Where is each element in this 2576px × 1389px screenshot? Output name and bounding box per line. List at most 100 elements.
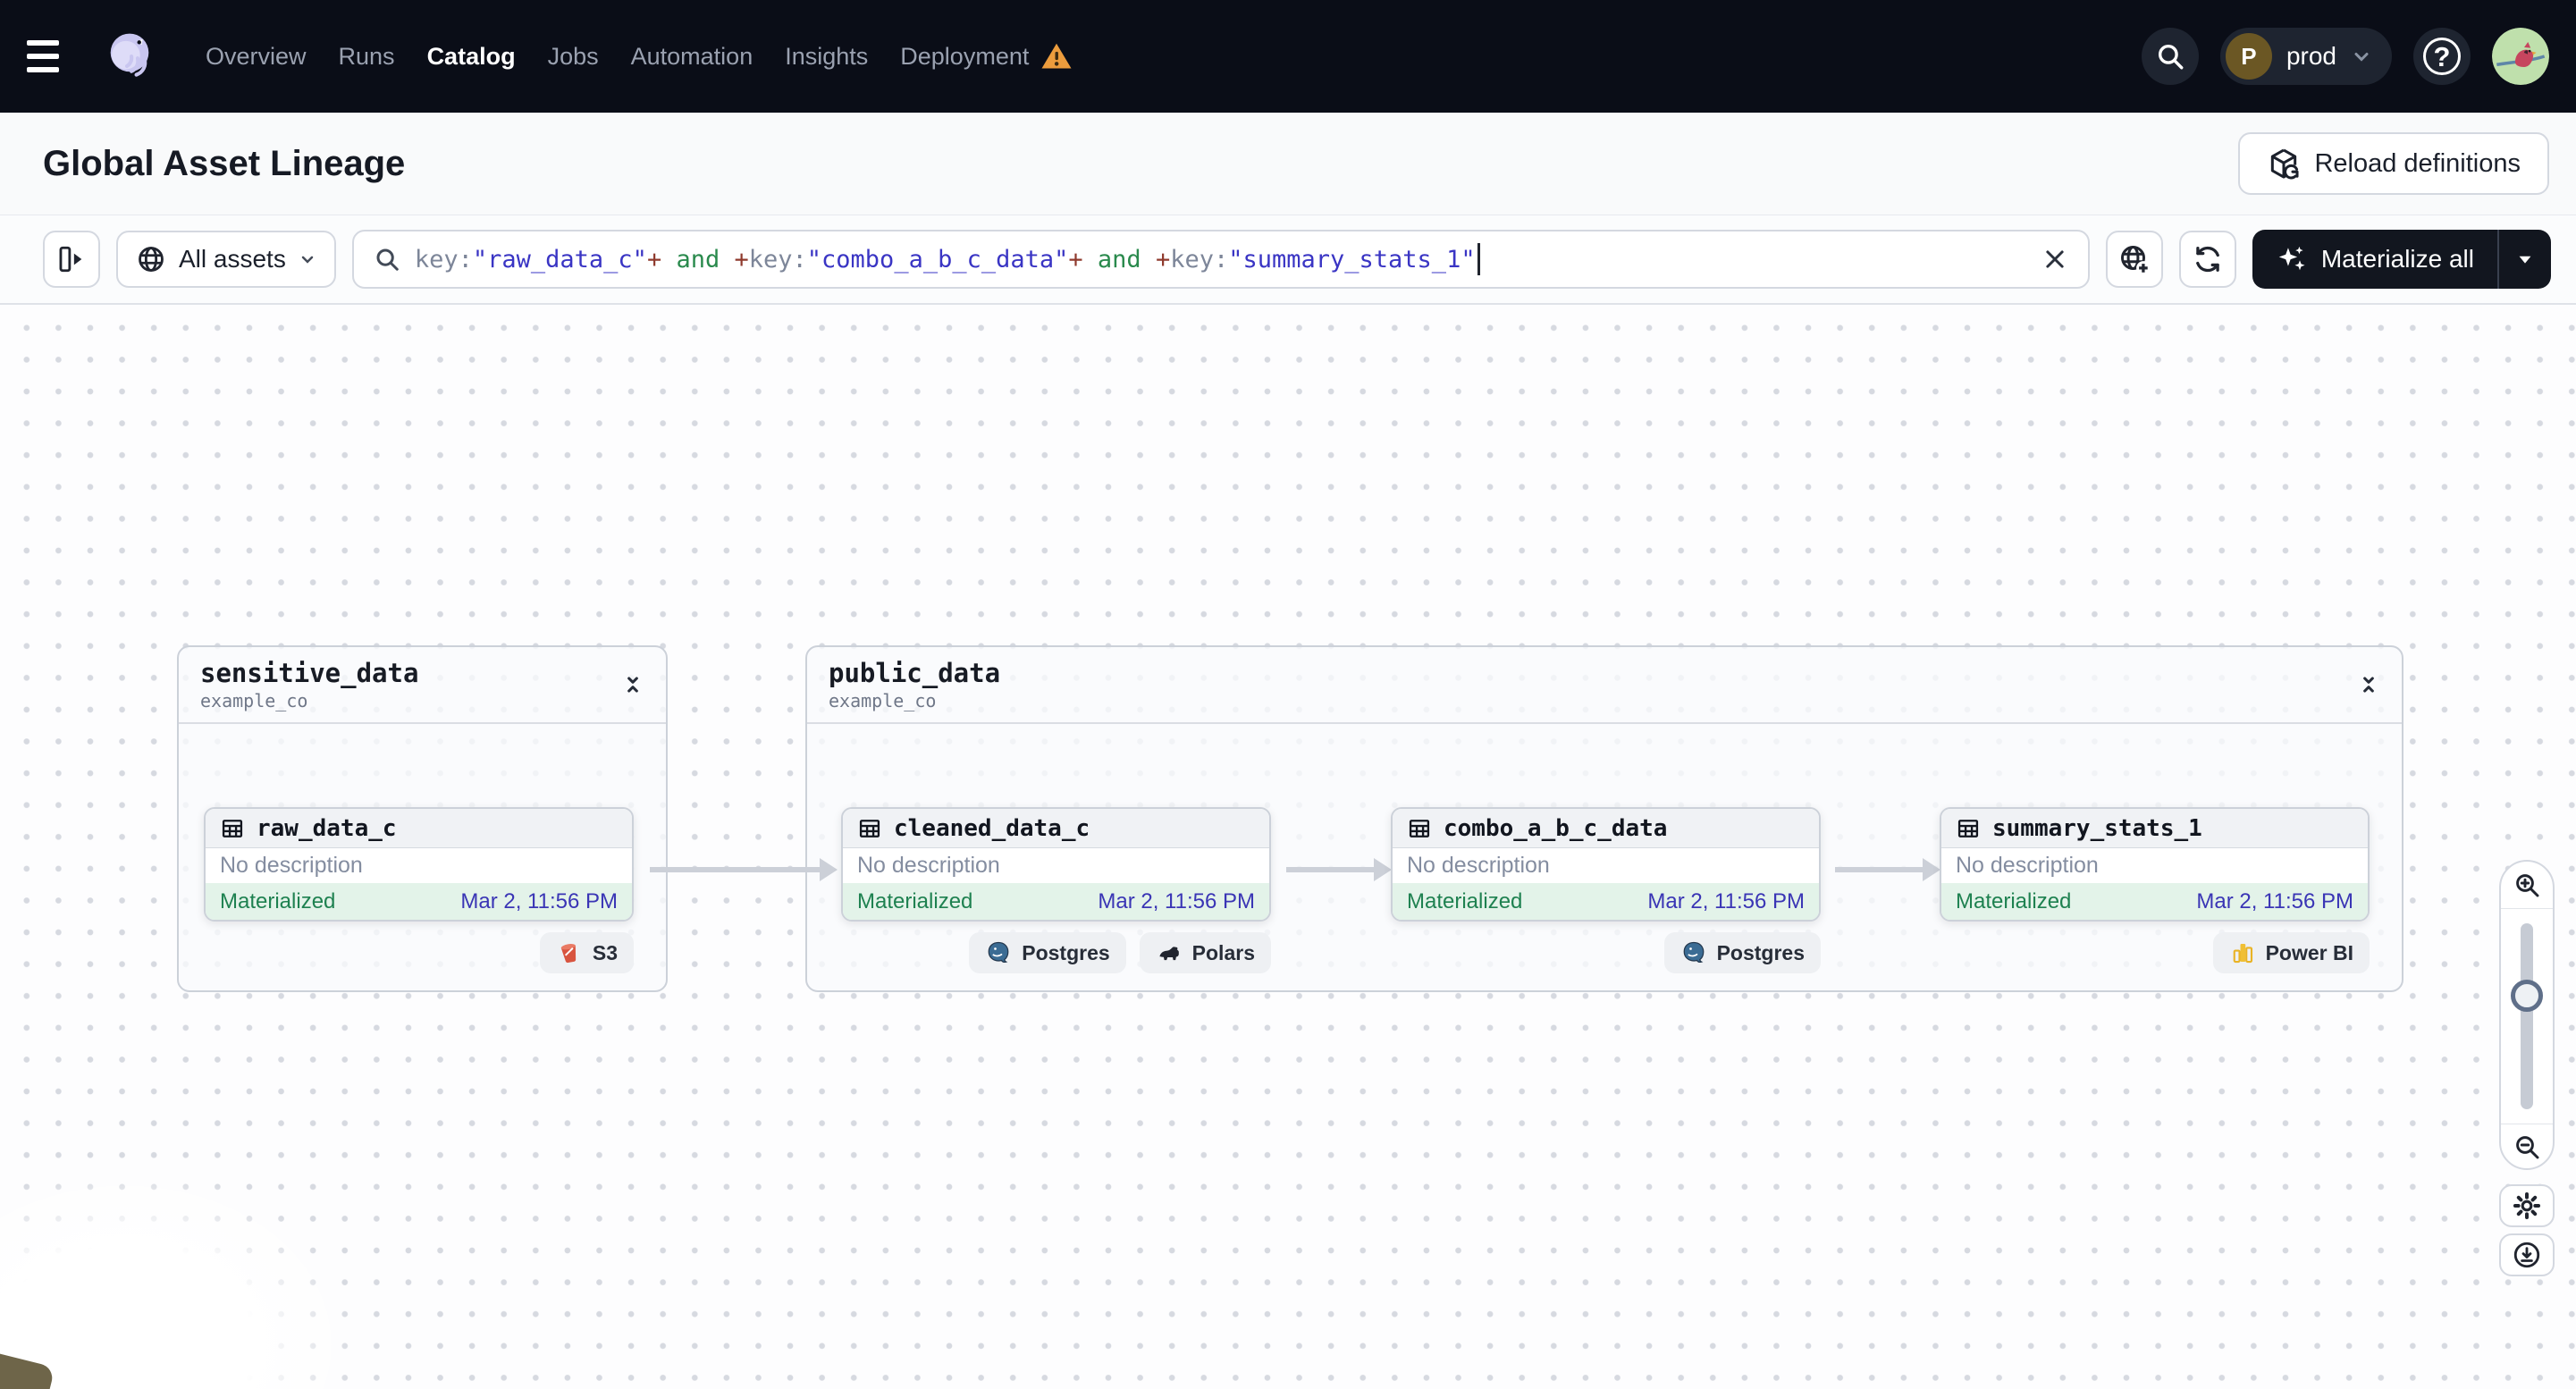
asset-name: summary_stats_1 bbox=[1992, 814, 2202, 842]
kind-tag-powerbi[interactable]: Power BI bbox=[2212, 932, 2370, 973]
caret-down-icon bbox=[2519, 256, 2531, 264]
sync-icon bbox=[2195, 246, 2219, 273]
clear-search-button[interactable] bbox=[2041, 246, 2068, 273]
nav-label: Deployment bbox=[900, 42, 1030, 70]
kind-tag-s3[interactable]: S3 bbox=[539, 932, 634, 973]
collapse-group-button[interactable] bbox=[2357, 673, 2380, 696]
asset-kind-tags: S3 bbox=[204, 932, 634, 973]
collapse-group-button[interactable] bbox=[621, 673, 644, 696]
table-icon bbox=[1409, 819, 1430, 838]
materialization-timestamp: Mar 2, 11:56 PM bbox=[460, 888, 618, 913]
chevron-down-icon bbox=[301, 256, 314, 264]
zoom-in-button[interactable] bbox=[2501, 862, 2553, 909]
nav-item-automation[interactable]: Automation bbox=[631, 43, 753, 71]
dagster-logo[interactable] bbox=[100, 27, 159, 86]
nav-item-catalog[interactable]: Catalog bbox=[427, 43, 516, 71]
s3-bucket-icon bbox=[560, 944, 576, 964]
user-avatar[interactable] bbox=[2492, 28, 2549, 85]
menu-icon[interactable] bbox=[27, 31, 77, 81]
lineage-edge bbox=[1286, 858, 1392, 881]
asset-status-bar: Materialized Mar 2, 11:56 PM bbox=[206, 883, 632, 920]
nav-item-deployment[interactable]: Deployment bbox=[900, 40, 1073, 72]
refresh-graph-button[interactable] bbox=[2178, 231, 2236, 288]
deployment-switcher[interactable]: P prod bbox=[2219, 28, 2392, 85]
nav-label: Catalog bbox=[426, 42, 516, 70]
zoom-out-icon bbox=[2516, 1135, 2539, 1158]
gear-icon bbox=[2513, 1191, 2541, 1220]
globe-icon bbox=[139, 247, 164, 272]
search-icon bbox=[2158, 44, 2184, 70]
materialize-options-caret[interactable] bbox=[2499, 230, 2551, 289]
reload-definitions-button[interactable]: Reload definitions bbox=[2238, 132, 2549, 195]
powerbi-icon bbox=[2233, 944, 2252, 964]
octopus-logo-icon bbox=[110, 33, 149, 77]
warning-icon bbox=[1041, 43, 1072, 69]
asset-status-bar: Materialized Mar 2, 11:56 PM bbox=[1393, 883, 1819, 920]
collapse-icon bbox=[2363, 677, 2374, 693]
asset-description: No description bbox=[1956, 853, 2099, 878]
open-left-panel-button[interactable] bbox=[43, 231, 100, 288]
zoom-slider[interactable] bbox=[2501, 909, 2553, 1124]
asset-name: combo_a_b_c_data bbox=[1444, 814, 1668, 842]
nav-label: Automation bbox=[630, 42, 753, 70]
asset-search-input[interactable]: key: "raw_data_c" + and + key: "combo_a_b_c_… bbox=[351, 230, 2090, 289]
materialization-timestamp: Mar 2, 11:56 PM bbox=[1647, 888, 1805, 913]
materialize-all-button[interactable]: Materialize all bbox=[2252, 230, 2497, 289]
zoom-slider-handle[interactable] bbox=[2511, 980, 2543, 1012]
nav-item-overview[interactable]: Overview bbox=[206, 43, 307, 71]
asset-description: No description bbox=[220, 853, 363, 878]
help-button[interactable]: ? bbox=[2413, 28, 2471, 85]
create-catalog-view-button[interactable] bbox=[2105, 231, 2163, 288]
search-button[interactable] bbox=[2141, 28, 2199, 85]
nav-item-jobs[interactable]: Jobs bbox=[548, 43, 599, 71]
primary-nav: Overview Runs Catalog Jobs Automation In… bbox=[206, 40, 1073, 72]
asset-kind-tags: Postgres Polars bbox=[841, 932, 1271, 973]
globe-plus-icon bbox=[2120, 246, 2151, 275]
deployment-name: prod bbox=[2286, 42, 2336, 70]
minimap-glow bbox=[0, 1166, 358, 1389]
asset-node-combo-a-b-c-data[interactable]: combo_a_b_c_data No description Material… bbox=[1391, 807, 1821, 922]
asset-description: No description bbox=[1407, 853, 1550, 878]
kind-tag-label: S3 bbox=[592, 940, 618, 964]
postgres-icon bbox=[1683, 941, 1704, 964]
graph-settings-button[interactable] bbox=[2499, 1184, 2555, 1227]
materialization-timestamp: Mar 2, 11:56 PM bbox=[2196, 888, 2353, 913]
polars-icon bbox=[1159, 947, 1179, 961]
group-name: public_data bbox=[829, 658, 1001, 688]
kind-tag-postgres[interactable]: Postgres bbox=[1663, 932, 1821, 973]
minimap[interactable] bbox=[0, 1347, 55, 1389]
zoom-in-icon bbox=[2516, 874, 2539, 897]
nav-label: Jobs bbox=[547, 42, 599, 70]
asset-description: No description bbox=[857, 853, 1000, 878]
cardinal-bird-avatar-icon bbox=[2492, 28, 2549, 85]
collapse-icon bbox=[627, 677, 638, 693]
zoom-slider-track bbox=[2521, 923, 2533, 1109]
materialize-all-split-button: Materialize all bbox=[2252, 230, 2551, 289]
zoom-out-button[interactable] bbox=[2501, 1124, 2553, 1168]
search-icon bbox=[376, 248, 399, 271]
asset-node-summary-stats-1[interactable]: summary_stats_1 No description Materiali… bbox=[1940, 807, 2370, 922]
page-title: Global Asset Lineage bbox=[43, 143, 406, 183]
nav-item-insights[interactable]: Insights bbox=[785, 43, 868, 71]
asset-node-raw-data-c[interactable]: raw_data_c No description Materialized M… bbox=[204, 807, 634, 922]
lineage-edge bbox=[1835, 858, 1940, 881]
download-icon bbox=[2513, 1242, 2540, 1268]
kind-tag-polars[interactable]: Polars bbox=[1139, 932, 1271, 973]
kind-tag-postgres[interactable]: Postgres bbox=[969, 932, 1126, 973]
table-icon bbox=[859, 819, 880, 838]
asset-scope-dropdown[interactable]: All assets bbox=[116, 231, 336, 288]
group-code-location: example_co bbox=[829, 690, 937, 711]
group-header: sensitive_data example_co bbox=[179, 647, 666, 724]
lineage-toolbar: All assets key: "raw_data_c" + and + key: "c… bbox=[0, 215, 2576, 305]
text-cursor bbox=[1477, 243, 1480, 275]
asset-node-cleaned-data-c[interactable]: cleaned_data_c No description Materializ… bbox=[841, 807, 1271, 922]
nav-item-runs[interactable]: Runs bbox=[339, 43, 395, 71]
asset-node-header: raw_data_c bbox=[206, 809, 632, 848]
nav-label: Insights bbox=[785, 42, 869, 70]
download-image-button[interactable] bbox=[2499, 1233, 2555, 1276]
asset-node-header: combo_a_b_c_data bbox=[1393, 809, 1819, 848]
lineage-canvas[interactable]: sensitive_data example_co public_data ex… bbox=[0, 305, 2576, 1389]
table-icon bbox=[222, 819, 243, 838]
nav-right-cluster: P prod ? bbox=[2141, 28, 2549, 85]
materialization-status: Materialized bbox=[1956, 888, 2072, 913]
